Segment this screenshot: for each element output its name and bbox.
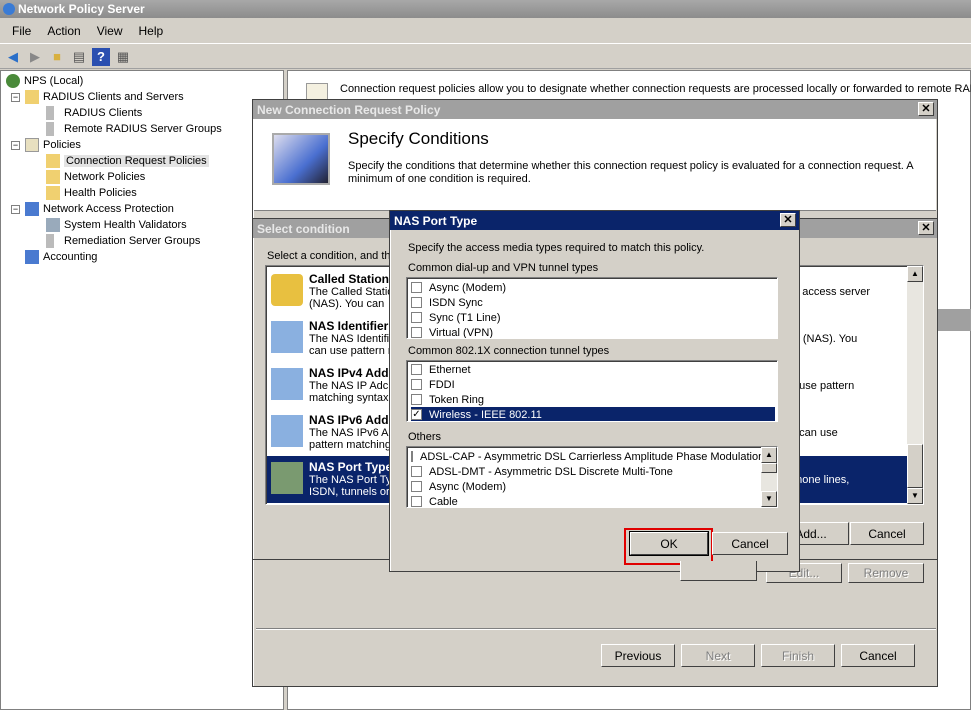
checkbox-async-modem[interactable]: Async (Modem) (411, 280, 775, 295)
remove-condition-button[interactable]: Remove (848, 563, 924, 583)
menu-help[interactable]: Help (131, 24, 172, 38)
checkbox-sync-t1[interactable]: Sync (T1 Line) (411, 310, 775, 325)
tree-item-radius-clients[interactable]: RADIUS Clients (46, 105, 142, 121)
collapse-toggle[interactable]: − (11, 93, 20, 102)
instruction-text: Specify the access media types required … (408, 242, 705, 254)
help-icon[interactable]: ? (92, 47, 110, 66)
close-button[interactable]: ✕ (780, 213, 796, 227)
checkbox-virtual-vpn[interactable]: Virtual (VPN) (411, 325, 775, 338)
tree-item-shv[interactable]: System Health Validators (46, 217, 187, 233)
others-list: ADSL-CAP - Asymmetric DSL Carrierless Am… (406, 446, 778, 508)
tree-item-radius-clients-servers[interactable]: RADIUS Clients and Servers (25, 89, 184, 105)
menu-view[interactable]: View (89, 24, 131, 38)
wizard-description: Specify the conditions that determine wh… (348, 160, 914, 185)
up-folder-icon[interactable]: ■ (48, 48, 66, 66)
folder-icon (25, 90, 39, 104)
nas-port-type-title-bar: NAS Port Type ✕ (390, 211, 799, 230)
dialup-vpn-list: Async (Modem) ISDN Sync Sync (T1 Line) V… (406, 277, 778, 339)
ok-button[interactable]: OK (629, 531, 709, 556)
close-button[interactable]: ✕ (918, 102, 934, 116)
nps-app-icon (3, 3, 15, 15)
checkbox-adsl-dmt[interactable]: ADSL-DMT - Asymmetric DSL Discrete Multi… (411, 464, 775, 479)
network-computers-icon (271, 368, 303, 400)
menu-file[interactable]: File (4, 24, 39, 38)
validator-icon (46, 218, 60, 232)
checkbox-token-ring[interactable]: Token Ring (411, 392, 775, 407)
server-icon (46, 234, 54, 248)
checkbox-isdn-sync[interactable]: ISDN Sync (411, 295, 775, 310)
close-button[interactable]: ✕ (918, 221, 934, 235)
nas-port-type-dialog: NAS Port Type ✕ Specify the access media … (389, 210, 800, 572)
checkbox-wireless-80211[interactable]: ✓ Wireless - IEEE 802.11 (411, 407, 775, 421)
pane-header-bar (938, 309, 971, 331)
condition-list-scrollbar[interactable]: ▲ ▼ (907, 266, 923, 504)
nap-icon (25, 202, 39, 216)
scroll-up-icon[interactable]: ▲ (761, 447, 777, 463)
server-icon (46, 122, 54, 136)
scroll-up-icon[interactable]: ▲ (907, 266, 923, 282)
computer-monitor-icon (272, 133, 330, 185)
finish-button[interactable]: Finish (761, 644, 835, 667)
globe-icon (6, 74, 20, 88)
tree-item-nap[interactable]: Network Access Protection (25, 201, 174, 217)
next-button[interactable]: Next (681, 644, 755, 667)
folder-icon (46, 154, 60, 168)
group1-label: Common dial-up and VPN tunnel types (408, 262, 599, 274)
port-cable-icon (271, 462, 303, 494)
tree-item-connection-request-policies[interactable]: Connection Request Policies (46, 153, 209, 169)
accounting-icon (25, 250, 39, 264)
tree-item-network-policies[interactable]: Network Policies (46, 169, 145, 185)
scrollbar-thumb[interactable] (761, 463, 777, 473)
scrollbar-thumb[interactable] (907, 444, 923, 488)
forward-icon[interactable]: ▶ (26, 48, 44, 66)
checkbox-fddi[interactable]: FDDI (411, 377, 775, 392)
tree-item-health-policies[interactable]: Health Policies (46, 185, 137, 201)
checkbox-ethernet[interactable]: Ethernet (411, 362, 775, 377)
network-computers-icon (271, 321, 303, 353)
show-hide-tree-icon[interactable]: ▤ (70, 48, 88, 66)
network-computers-icon (271, 415, 303, 447)
wizard-header: Specify Conditions Specify the condition… (254, 119, 936, 211)
divider (256, 628, 936, 630)
tree-item-policies[interactable]: Policies (25, 137, 81, 153)
back-icon[interactable]: ◀ (4, 48, 22, 66)
policy-icon (25, 138, 39, 152)
checkbox-adsl-cap[interactable]: ADSL-CAP - Asymmetric DSL Carrierless Am… (411, 449, 764, 464)
wizard-cancel-button[interactable]: Cancel (841, 644, 915, 667)
tree-item-remote-radius-groups[interactable]: Remote RADIUS Server Groups (46, 121, 222, 137)
tree-item-accounting[interactable]: Accounting (25, 249, 97, 265)
app-title: Network Policy Server (18, 2, 145, 16)
group2-label: Common 802.1X connection tunnel types (408, 345, 610, 357)
collapse-toggle[interactable]: − (11, 141, 20, 150)
add-button-behind[interactable] (680, 561, 757, 581)
scroll-down-icon[interactable]: ▼ (761, 491, 777, 507)
select-condition-cancel-button[interactable]: Cancel (850, 522, 924, 545)
info-text: Connection request policies allow you to… (340, 83, 971, 95)
8021x-list: Ethernet FDDI Token Ring ✓ Wireless - IEE… (406, 360, 778, 422)
phone-computer-icon (271, 274, 303, 306)
server-icon (46, 106, 54, 120)
menu-action[interactable]: Action (39, 24, 88, 38)
nas-port-type-cancel-button[interactable]: Cancel (712, 532, 788, 555)
scroll-down-icon[interactable]: ▼ (907, 488, 923, 504)
toolbar: ◀ ▶ ■ ▤ ? ▦ (0, 45, 971, 69)
checkbox-cable[interactable]: Cable (411, 494, 775, 507)
folder-icon (46, 170, 60, 184)
tree-item-remediation-groups[interactable]: Remediation Server Groups (46, 233, 200, 249)
app-title-bar: Network Policy Server (0, 0, 971, 18)
console-tree: NPS (Local) − RADIUS Clients and Servers… (0, 70, 284, 710)
select-condition-prompt: Select a condition, and th (267, 250, 391, 262)
properties-icon[interactable]: ▦ (114, 48, 132, 66)
menu-bar: File Action View Help (0, 19, 971, 44)
collapse-toggle[interactable]: − (11, 205, 20, 214)
wizard-title-bar: New Connection Request Policy ✕ (253, 100, 937, 119)
folder-icon (46, 186, 60, 200)
group3-label: Others (408, 431, 442, 443)
previous-button[interactable]: Previous (601, 644, 675, 667)
wizard-heading: Specify Conditions (348, 129, 489, 148)
others-scrollbar[interactable]: ▲ ▼ (761, 447, 777, 507)
tree-item-nps-local[interactable]: NPS (Local) (6, 73, 83, 89)
checkbox-async-modem-other[interactable]: Async (Modem) (411, 479, 775, 494)
